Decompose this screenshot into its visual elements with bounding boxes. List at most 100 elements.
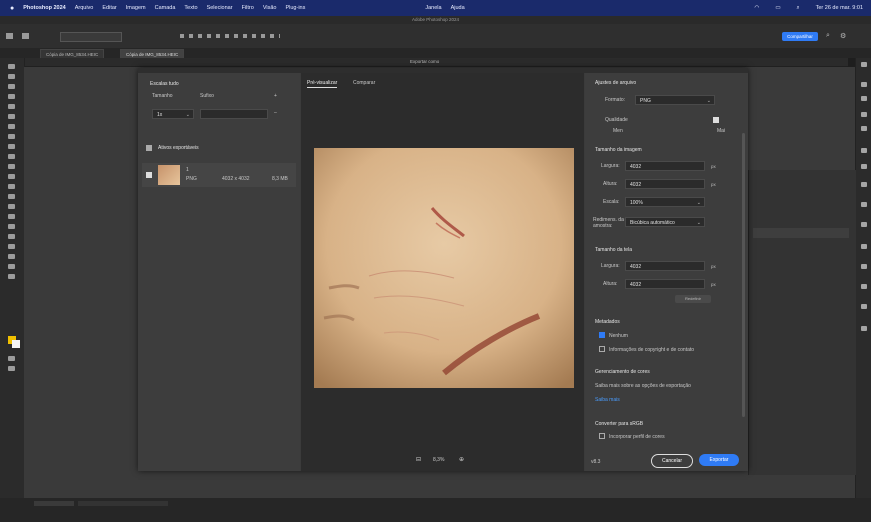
layer-row[interactable] bbox=[753, 228, 849, 238]
metadata-none-label: Nenhum bbox=[609, 333, 628, 339]
menu-visao[interactable]: Visão bbox=[263, 5, 277, 11]
assets-collapse-icon[interactable] bbox=[146, 145, 152, 151]
wifi-icon[interactable]: ◠ bbox=[755, 5, 760, 11]
metadata-copyright-label: Informações de copyright e de contato bbox=[609, 347, 695, 353]
auto-select-field[interactable] bbox=[60, 32, 122, 42]
timeline-tab-2[interactable] bbox=[78, 501, 168, 506]
settings-icon[interactable]: ⚙ bbox=[840, 32, 846, 40]
panel-icon-8[interactable] bbox=[861, 182, 867, 187]
panel-icon-1[interactable] bbox=[861, 62, 867, 67]
asset-checkbox[interactable] bbox=[146, 172, 152, 178]
background-color-swatch[interactable] bbox=[12, 340, 20, 348]
tab-compare[interactable]: Comparar bbox=[353, 80, 375, 86]
metadata-copyright-radio[interactable] bbox=[599, 346, 605, 352]
panel-icon-6[interactable] bbox=[861, 148, 867, 153]
eyedropper-tool-icon[interactable] bbox=[8, 124, 15, 129]
dodge-tool-icon[interactable] bbox=[8, 204, 15, 209]
panel-icon-7[interactable] bbox=[861, 164, 867, 169]
panel-icon-9[interactable] bbox=[861, 202, 867, 207]
frame-tool-icon[interactable] bbox=[8, 114, 15, 119]
menu-editar[interactable]: Editar bbox=[102, 5, 116, 11]
add-scale-icon[interactable]: + bbox=[274, 93, 277, 99]
search-icon[interactable]: ⌕ bbox=[826, 32, 830, 40]
hand-tool-icon[interactable] bbox=[8, 254, 15, 259]
panel-icon-12[interactable] bbox=[861, 264, 867, 269]
eraser-tool-icon[interactable] bbox=[8, 174, 15, 179]
menu-imagem[interactable]: Imagem bbox=[126, 5, 146, 11]
panel-icon-13[interactable] bbox=[861, 284, 867, 289]
panel-icon-2[interactable] bbox=[861, 82, 867, 87]
panel-icon-3[interactable] bbox=[861, 96, 867, 101]
more-tools-icon[interactable] bbox=[8, 274, 15, 279]
transparency-checkbox[interactable] bbox=[713, 117, 719, 123]
select-tool-icon[interactable] bbox=[8, 94, 15, 99]
scale-label: Escala: bbox=[603, 199, 620, 205]
lasso-tool-icon[interactable] bbox=[8, 84, 15, 89]
quality-label: Qualidade bbox=[605, 117, 628, 123]
move-tool-icon[interactable] bbox=[8, 64, 15, 69]
history-brush-icon[interactable] bbox=[8, 164, 15, 169]
blur-tool-icon[interactable] bbox=[8, 194, 15, 199]
metadata-none-radio[interactable] bbox=[599, 332, 605, 338]
pen-tool-icon[interactable] bbox=[8, 214, 15, 219]
canvas-height-input[interactable]: 4032 bbox=[625, 279, 705, 289]
reset-button[interactable]: Redefinir bbox=[675, 295, 711, 303]
resample-select[interactable]: Bicúbica automático ⌄ bbox=[625, 217, 705, 227]
panel-icon-11[interactable] bbox=[861, 244, 867, 249]
share-button[interactable]: Compartilhar bbox=[782, 32, 818, 41]
preview-toolbar-zoom-out-icon[interactable]: ⊟ bbox=[416, 456, 421, 463]
panel-icon-14[interactable] bbox=[861, 304, 867, 309]
screen-mode-icon[interactable] bbox=[8, 366, 15, 371]
menu-plugins[interactable]: Plug-ins bbox=[285, 5, 305, 11]
tab-preview[interactable]: Pré-visualizar bbox=[307, 80, 338, 88]
apple-icon[interactable]: ● bbox=[10, 5, 14, 12]
settings-scrollbar[interactable] bbox=[742, 133, 745, 417]
gradient-tool-icon[interactable] bbox=[8, 184, 15, 189]
menu-filtro[interactable]: Filtro bbox=[242, 5, 254, 11]
move-tool-icon[interactable] bbox=[22, 33, 29, 39]
stamp-tool-icon[interactable] bbox=[8, 154, 15, 159]
zoom-tool-icon[interactable] bbox=[8, 264, 15, 269]
chevron-down-icon: ⌄ bbox=[706, 98, 711, 104]
menu-texto[interactable]: Texto bbox=[184, 5, 197, 11]
canvas-width-input[interactable]: 4032 bbox=[625, 261, 705, 271]
suffix-input[interactable] bbox=[200, 109, 268, 119]
convert-srgb-checkbox[interactable] bbox=[599, 433, 605, 439]
panel-icon-15[interactable] bbox=[861, 326, 867, 331]
format-select[interactable]: PNG ⌄ bbox=[635, 95, 715, 105]
menu-app-name[interactable]: Photoshop 2024 bbox=[23, 5, 65, 11]
asset-row[interactable]: 1 PNG 4032 x 4032 8,3 MB bbox=[142, 163, 296, 187]
height-input[interactable]: 4032 bbox=[625, 179, 705, 189]
home-icon[interactable] bbox=[6, 33, 13, 39]
timeline-tab[interactable] bbox=[34, 501, 74, 506]
scale-select[interactable]: 1x ⌄ bbox=[152, 109, 194, 119]
panel-icon-5[interactable] bbox=[861, 126, 867, 131]
scale-select[interactable]: 100% ⌄ bbox=[625, 197, 705, 207]
crop-tool-icon[interactable] bbox=[8, 104, 15, 109]
menu-camada[interactable]: Camada bbox=[155, 5, 176, 11]
panel-icon-10[interactable] bbox=[861, 222, 867, 227]
search-icon[interactable]: ⌕ bbox=[797, 5, 800, 12]
healing-tool-icon[interactable] bbox=[8, 134, 15, 139]
panel-icon-4[interactable] bbox=[861, 112, 867, 117]
learn-more-link[interactable]: Saiba mais bbox=[595, 397, 620, 403]
clock[interactable]: Ter 26 de mar. 9:01 bbox=[816, 5, 863, 11]
width-input[interactable]: 4032 bbox=[625, 161, 705, 171]
menu-arquivo[interactable]: Arquivo bbox=[75, 5, 94, 11]
cancel-button[interactable]: Cancelar bbox=[651, 454, 693, 468]
battery-icon[interactable]: ▭ bbox=[775, 5, 780, 11]
marquee-tool-icon[interactable] bbox=[8, 74, 15, 79]
quick-mask-icon[interactable] bbox=[8, 356, 15, 361]
zoom-level[interactable]: 8,3% bbox=[433, 457, 444, 463]
align-icons[interactable] bbox=[180, 34, 280, 38]
export-button[interactable]: Exportar bbox=[699, 454, 739, 466]
menu-selecionar[interactable]: Selecionar bbox=[207, 5, 233, 11]
menu-ajuda[interactable]: Ajuda bbox=[451, 5, 465, 11]
shape-tool-icon[interactable] bbox=[8, 244, 15, 249]
menu-janela[interactable]: Janela bbox=[425, 5, 441, 11]
path-select-icon[interactable] bbox=[8, 234, 15, 239]
type-tool-icon[interactable] bbox=[8, 224, 15, 229]
remove-scale-icon[interactable]: – bbox=[274, 110, 277, 116]
brush-tool-icon[interactable] bbox=[8, 144, 15, 149]
preview-toolbar-zoom-in-icon[interactable]: ⊕ bbox=[459, 456, 464, 463]
